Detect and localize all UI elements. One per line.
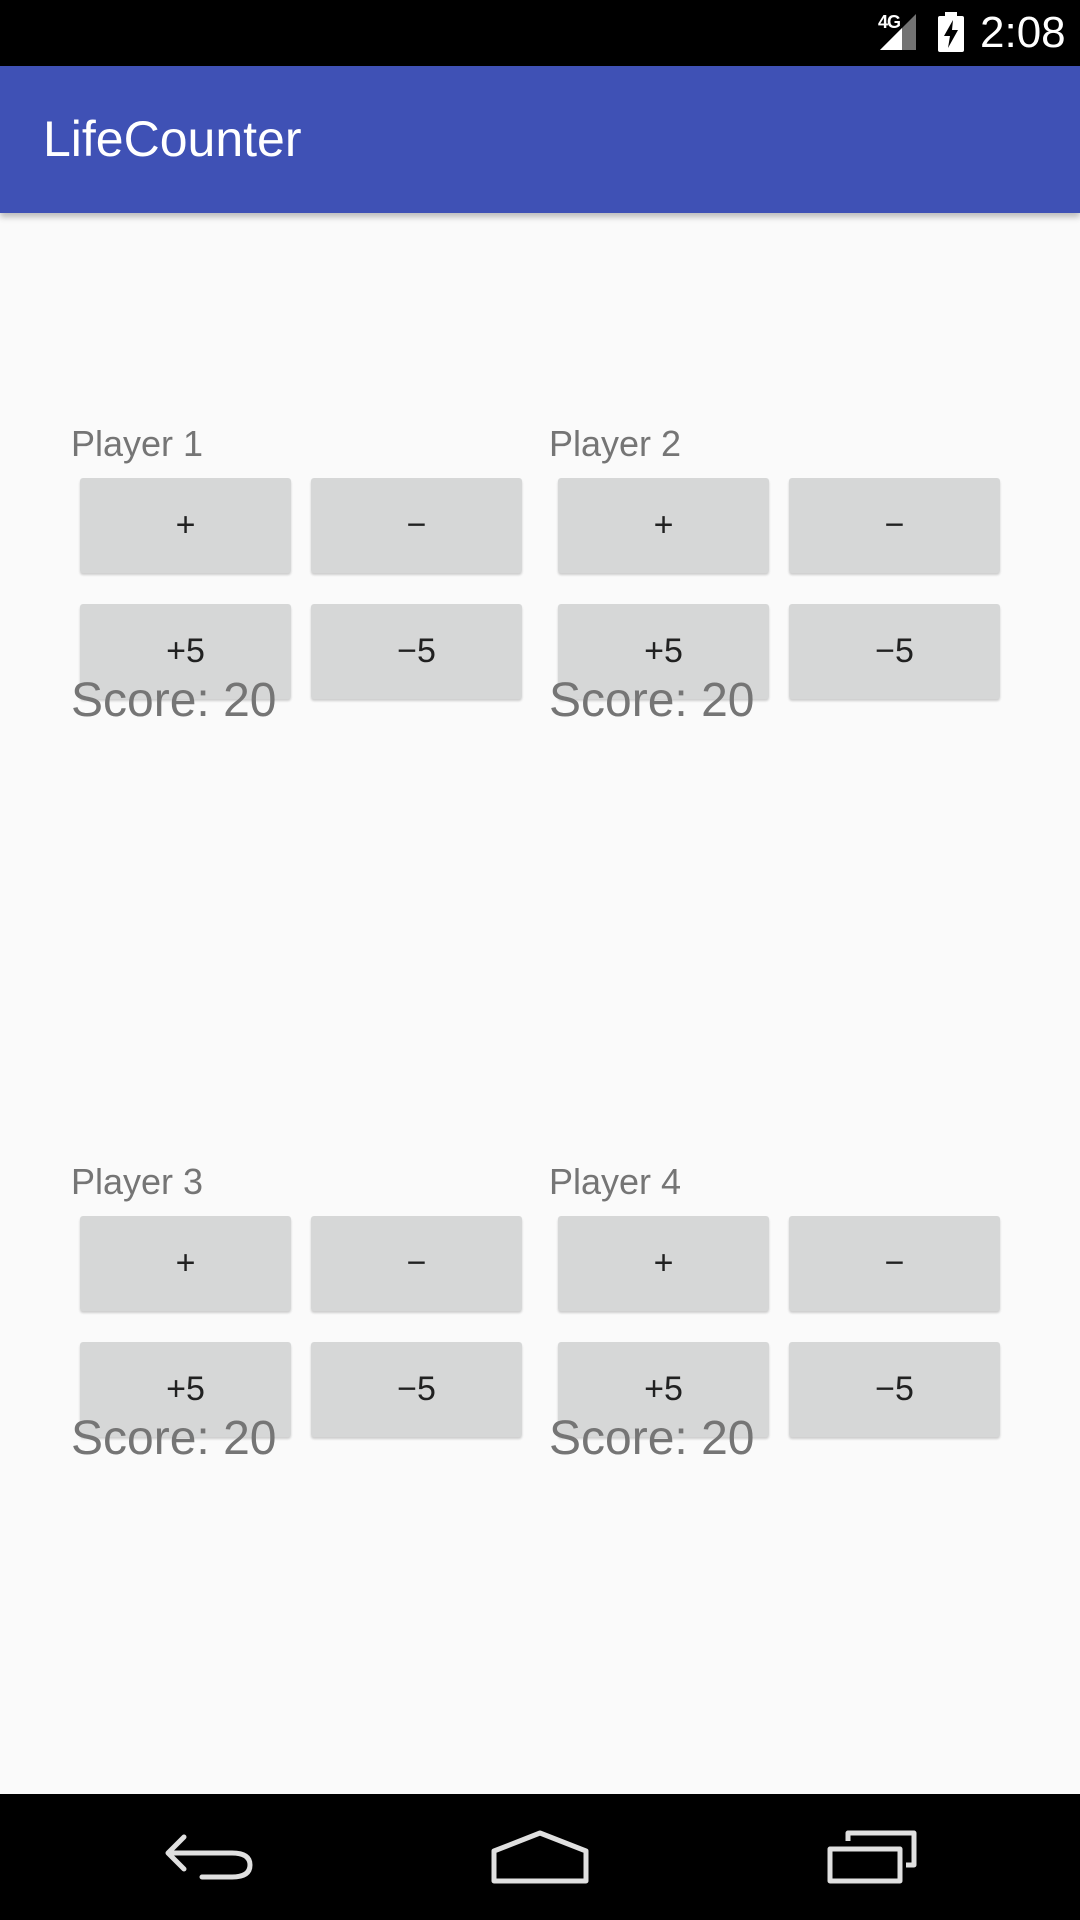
- recent-apps-icon[interactable]: [812, 1812, 932, 1902]
- navigation-bar: [0, 1794, 1080, 1920]
- player-2-name: Player 2: [549, 423, 682, 464]
- player-4-plus-button[interactable]: +: [558, 1216, 769, 1311]
- player-3-name: Player 3: [71, 1161, 204, 1202]
- player-3-minus-button[interactable]: −: [311, 1216, 522, 1311]
- player-3-panel: Player 3 + − +5 −5 Score: 20: [71, 1161, 531, 1521]
- app-title: LifeCounter: [43, 111, 302, 167]
- home-icon[interactable]: [480, 1812, 600, 1902]
- player-1-plus-button[interactable]: +: [80, 478, 291, 573]
- player-2-minus-button[interactable]: −: [789, 478, 1000, 573]
- player-2-plus-button[interactable]: +: [558, 478, 769, 573]
- signal-icon: 4G: [878, 10, 918, 52]
- player-1-minus-button[interactable]: −: [311, 478, 522, 573]
- player-2-panel: Player 2 + − +5 −5 Score: 20: [549, 423, 1009, 783]
- player-4-score: Score: 20: [549, 1412, 755, 1465]
- player-1-score: Score: 20: [71, 674, 277, 727]
- status-bar: 4G 2:08: [0, 0, 1080, 66]
- player-2-minus5-button[interactable]: −5: [789, 604, 1000, 699]
- player-2-score: Score: 20: [549, 674, 755, 727]
- player-4-name: Player 4: [549, 1161, 682, 1202]
- app-bar: LifeCounter: [0, 66, 1080, 213]
- player-3-minus5-button[interactable]: −5: [311, 1342, 522, 1437]
- back-icon[interactable]: [150, 1812, 270, 1902]
- battery-charging-icon: [936, 12, 966, 52]
- player-3-plus-button[interactable]: +: [80, 1216, 291, 1311]
- network-type-label: 4G: [878, 12, 901, 32]
- player-4-minus5-button[interactable]: −5: [789, 1342, 1000, 1437]
- player-1-name: Player 1: [71, 423, 204, 464]
- player-1-minus5-button[interactable]: −5: [311, 604, 522, 699]
- player-4-minus-button[interactable]: −: [789, 1216, 1000, 1311]
- player-1-panel: Player 1 + − +5 −5 Score: 20: [71, 423, 531, 783]
- player-4-panel: Player 4 + − +5 −5 Score: 20: [549, 1161, 1009, 1521]
- status-time: 2:08: [980, 8, 1066, 57]
- player-3-score: Score: 20: [71, 1412, 277, 1465]
